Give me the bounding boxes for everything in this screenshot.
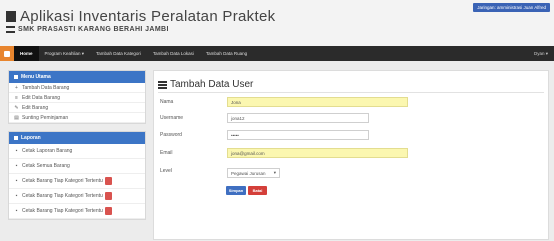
top-navbar: Home Program Keahlian ▾ Tambah Data Kate… xyxy=(0,46,554,61)
print-icon: ▪ xyxy=(15,148,18,154)
chevron-down-icon: ▾ xyxy=(273,170,276,175)
label-username: Username xyxy=(160,115,184,121)
list-icon xyxy=(158,80,167,89)
sidebar-item-edit-barang[interactable]: ✎ Edit Barang xyxy=(9,103,145,113)
edit-icon: ✎ xyxy=(14,104,19,111)
sidebar-item-edit-data-barang[interactable]: ≡ Edit Data Barang xyxy=(9,93,145,103)
report-item-kategori-3[interactable]: ▪ Cetak Barang Tiap Kategori Tertentu xyxy=(9,204,145,219)
report-panel-title: Laporan xyxy=(9,132,145,144)
list-icon xyxy=(6,26,15,33)
sidebar-item-peminjaman[interactable]: ▤ Sunting Peminjaman xyxy=(9,113,145,123)
pdf-icon xyxy=(104,177,112,185)
nav-home[interactable]: Home xyxy=(14,46,39,61)
school-name: SMK PRASASTI KARANG BERAHI JAMBI xyxy=(18,26,169,33)
cancel-button[interactable]: Batal xyxy=(248,186,267,195)
menu-panel: Menu Utama + Tambah Data Barang ≡ Edit D… xyxy=(8,70,146,124)
label-email: Email xyxy=(160,150,173,156)
report-item-laporan-barang[interactable]: ▪ Cetak Laporan Barang xyxy=(9,144,145,159)
label-password: Password xyxy=(160,132,182,138)
app-title: Aplikasi Inventaris Peralatan Praktek xyxy=(20,8,276,25)
plus-icon: + xyxy=(15,84,18,91)
sidebar: Menu Utama + Tambah Data Barang ≡ Edit D… xyxy=(8,70,146,227)
report-panel: Laporan ▪ Cetak Laporan Barang ▪ Cetak S… xyxy=(8,131,146,220)
divider xyxy=(158,92,544,93)
user-badge[interactable]: Jaringan: amministrasi Juan Alfred xyxy=(473,3,550,12)
app-logo-icon xyxy=(6,11,16,22)
pdf-icon xyxy=(104,207,112,215)
report-item-kategori-1[interactable]: ▪ Cetak Barang Tiap Kategori Tertentu xyxy=(9,174,145,189)
label-nama: Nama xyxy=(160,99,174,105)
title-row: Aplikasi Inventaris Peralatan Praktek xyxy=(6,8,275,25)
menu-icon xyxy=(14,75,18,79)
print-icon: ▪ xyxy=(15,208,18,214)
nav-program-keahlian[interactable]: Program Keahlian ▾ xyxy=(39,51,91,57)
save-button[interactable]: Simpan xyxy=(226,186,246,195)
nav-tambah-ruang[interactable]: Tambah Data Ruang xyxy=(200,51,253,56)
print-icon: ▪ xyxy=(15,193,18,199)
pdf-icon xyxy=(104,192,112,200)
form-title-row: Tambah Data User xyxy=(158,79,253,90)
sidebar-item-tambah-barang[interactable]: + Tambah Data Barang xyxy=(9,83,145,93)
brand-icon[interactable] xyxy=(0,46,14,61)
main-panel: Tambah Data User Nama Jona Username jona… xyxy=(153,70,549,240)
level-select[interactable]: Pegawai Jurusan ▾ xyxy=(227,168,280,178)
nav-tambah-lokasi[interactable]: Tambah Data Lokasi xyxy=(147,51,200,56)
header: Aplikasi Inventaris Peralatan Praktek SM… xyxy=(0,0,554,46)
label-level: Level xyxy=(160,168,172,174)
print-icon: ▪ xyxy=(15,163,18,169)
report-item-semua-barang[interactable]: ▪ Cetak Semua Barang xyxy=(9,159,145,174)
report-icon xyxy=(14,136,18,140)
print-icon: ▪ xyxy=(15,178,18,184)
school-row: SMK PRASASTI KARANG BERAHI JAMBI xyxy=(6,26,169,33)
nav-user-menu[interactable]: Dyan ▾ xyxy=(534,51,548,57)
nama-field[interactable]: Jona xyxy=(227,97,408,107)
report-item-kategori-2[interactable]: ▪ Cetak Barang Tiap Kategori Tertentu xyxy=(9,189,145,204)
password-field[interactable]: ••••• xyxy=(227,130,369,140)
email-field[interactable]: jona@gmail.com xyxy=(227,148,408,158)
list-icon: ≡ xyxy=(15,94,18,101)
username-field[interactable]: jona12 xyxy=(227,113,369,123)
table-icon: ▤ xyxy=(14,114,19,121)
nav-tambah-kategori[interactable]: Tambah Data Kategori xyxy=(90,51,147,56)
form-title: Tambah Data User xyxy=(170,79,254,90)
menu-panel-title: Menu Utama xyxy=(9,71,145,83)
